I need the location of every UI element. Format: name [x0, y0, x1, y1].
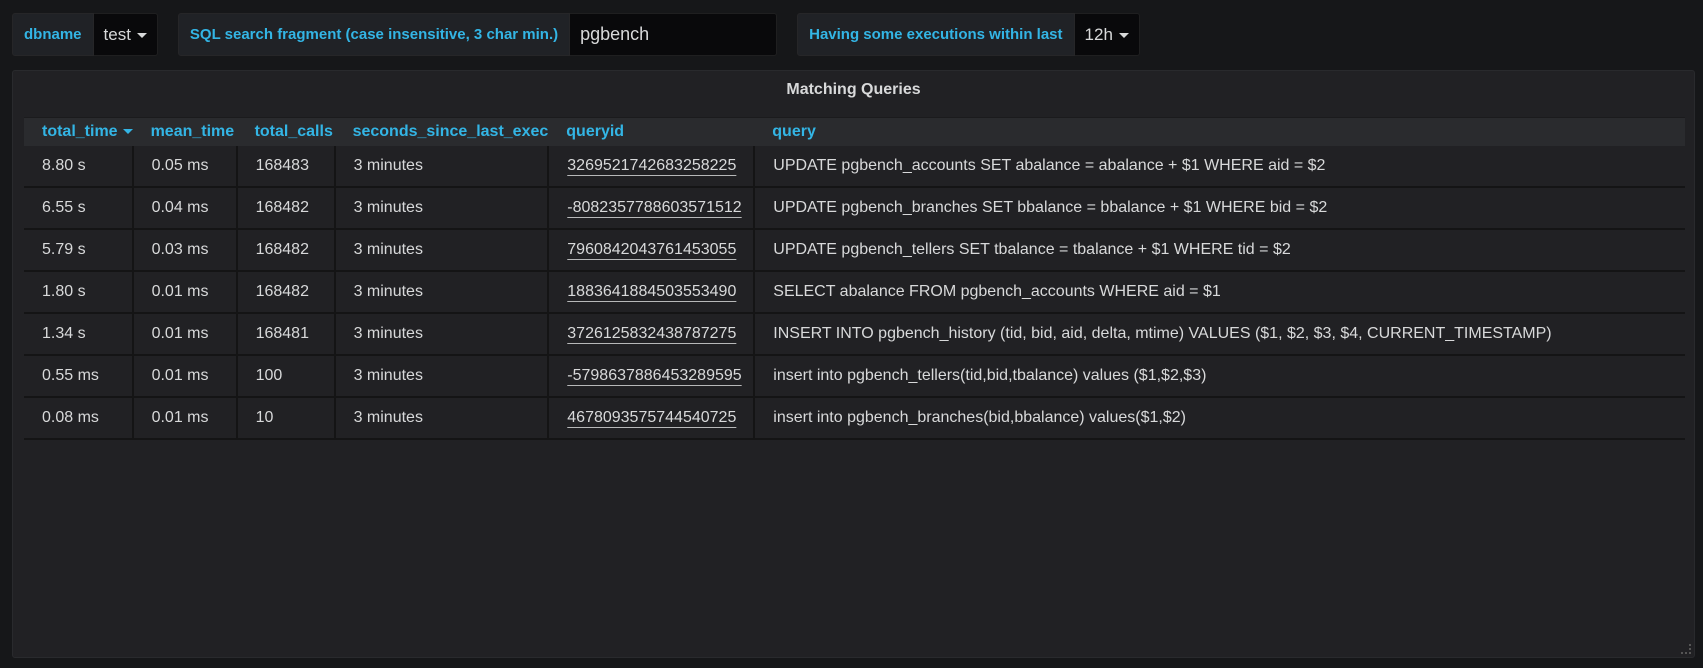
queryid-cell: -5798637886453289595: [548, 355, 756, 398]
total-time-cell: 1.34 s: [24, 313, 134, 356]
dbname-select[interactable]: test: [93, 13, 158, 56]
queryid-link[interactable]: 7960842043761453055: [567, 241, 736, 258]
last-exec-cell: 3 minutes: [334, 229, 550, 272]
total-calls-cell: 168482: [236, 187, 336, 230]
mean-time-cell: 0.01 ms: [132, 313, 238, 356]
mean-time-cell: 0.03 ms: [132, 229, 238, 272]
total-calls-cell: 168482: [236, 229, 336, 272]
table-row: 0.08 ms 0.01 ms 10 3 minutes 46780935757…: [24, 397, 1685, 440]
queryid-cell: -8082357788603571512: [548, 187, 756, 230]
column-header-mean-time[interactable]: mean_time: [132, 117, 237, 146]
total-time-cell: 5.79 s: [24, 229, 134, 272]
table-row: 1.80 s 0.01 ms 168482 3 minutes 18836418…: [24, 271, 1685, 314]
table-header-row: total_time mean_time total_calls seconds…: [24, 117, 1685, 146]
search-label: SQL search fragment (case insensitive, 3…: [177, 13, 571, 56]
total-time-cell: 6.55 s: [24, 187, 134, 230]
last-exec-cell: 3 minutes: [334, 313, 550, 356]
total-calls-cell: 168482: [236, 271, 336, 314]
mean-time-cell: 0.04 ms: [132, 187, 238, 230]
dbname-label: dbname: [12, 13, 94, 56]
sort-desc-icon: [122, 129, 133, 135]
chevron-down-icon: [1118, 32, 1129, 38]
mean-time-cell: 0.05 ms: [132, 146, 238, 188]
window-select[interactable]: 12h: [1074, 13, 1140, 56]
queryid-link[interactable]: 3269521742683258225: [567, 157, 736, 174]
mean-time-cell: 0.01 ms: [132, 271, 238, 314]
last-exec-cell: 3 minutes: [334, 146, 550, 188]
column-header-query[interactable]: query: [754, 117, 1685, 146]
matching-queries-panel: Matching Queries total_time mean_time to…: [12, 70, 1695, 658]
last-exec-cell: 3 minutes: [334, 397, 550, 440]
total-calls-cell: 168481: [236, 313, 336, 356]
total-time-cell: 0.08 ms: [24, 397, 134, 440]
chevron-down-icon: [136, 32, 147, 38]
variables-bar: dbname test SQL search fragment (case in…: [12, 13, 1160, 56]
panel-title[interactable]: Matching Queries: [13, 71, 1694, 109]
total-time-cell: 8.80 s: [24, 146, 134, 188]
column-label: query: [772, 123, 816, 140]
queryid-cell: 1883641884503553490: [548, 271, 756, 314]
queryid-cell: 4678093575744540725: [548, 397, 756, 440]
table-row: 1.34 s 0.01 ms 168481 3 minutes 37261258…: [24, 313, 1685, 356]
window-variable: Having some executions within last 12h: [797, 13, 1140, 56]
query-cell: SELECT abalance FROM pgbench_accounts WH…: [754, 271, 1685, 314]
queryid-link[interactable]: 3726125832438787275: [567, 325, 736, 342]
column-label: total_time: [42, 123, 118, 140]
query-cell: insert into pgbench_branches(bid,bbalanc…: [754, 397, 1685, 440]
panel-resize-handle[interactable]: [1681, 644, 1691, 654]
column-header-total-time[interactable]: total_time: [24, 117, 133, 146]
mean-time-cell: 0.01 ms: [132, 397, 238, 440]
dbname-variable: dbname test: [12, 13, 158, 56]
column-header-seconds-since-last-exec[interactable]: seconds_since_last_exec: [334, 117, 549, 146]
table-row: 5.79 s 0.03 ms 168482 3 minutes 79608420…: [24, 229, 1685, 272]
total-calls-cell: 100: [236, 355, 336, 398]
queryid-link[interactable]: 4678093575744540725: [567, 409, 736, 426]
query-cell: INSERT INTO pgbench_history (tid, bid, a…: [754, 313, 1685, 356]
last-exec-cell: 3 minutes: [334, 355, 550, 398]
last-exec-cell: 3 minutes: [334, 271, 550, 314]
table-row: 8.80 s 0.05 ms 168483 3 minutes 32695217…: [24, 146, 1685, 188]
queryid-link[interactable]: -8082357788603571512: [567, 199, 741, 216]
total-calls-cell: 168483: [236, 146, 336, 188]
table-row: 6.55 s 0.04 ms 168482 3 minutes -8082357…: [24, 187, 1685, 230]
dbname-value: test: [103, 24, 131, 44]
query-cell: UPDATE pgbench_branches SET bbalance = b…: [754, 187, 1685, 230]
column-label: total_calls: [254, 123, 333, 140]
column-label: queryid: [566, 123, 625, 140]
column-header-queryid[interactable]: queryid: [548, 117, 755, 146]
column-label: seconds_since_last_exec: [352, 123, 549, 140]
total-time-cell: 1.80 s: [24, 271, 134, 314]
total-calls-cell: 10: [236, 397, 336, 440]
search-input[interactable]: [570, 13, 778, 56]
query-cell: UPDATE pgbench_tellers SET tbalance = tb…: [754, 229, 1685, 272]
queries-table: total_time mean_time total_calls seconds…: [24, 117, 1685, 440]
queryid-link[interactable]: -5798637886453289595: [567, 367, 741, 384]
last-exec-cell: 3 minutes: [334, 187, 550, 230]
queryid-cell: 3726125832438787275: [548, 313, 756, 356]
queryid-cell: 7960842043761453055: [548, 229, 756, 272]
query-cell: insert into pgbench_tellers(tid,bid,tbal…: [754, 355, 1685, 398]
queryid-cell: 3269521742683258225: [548, 146, 756, 188]
query-cell: UPDATE pgbench_accounts SET abalance = a…: [754, 146, 1685, 188]
search-variable: SQL search fragment (case insensitive, 3…: [177, 13, 778, 56]
window-value: 12h: [1084, 24, 1113, 44]
table-row: 0.55 ms 0.01 ms 100 3 minutes -579863788…: [24, 355, 1685, 398]
column-label: mean_time: [150, 123, 235, 140]
window-label: Having some executions within last: [797, 13, 1075, 56]
queryid-link[interactable]: 1883641884503553490: [567, 283, 736, 300]
total-time-cell: 0.55 ms: [24, 355, 134, 398]
column-header-total-calls[interactable]: total_calls: [236, 117, 335, 146]
mean-time-cell: 0.01 ms: [132, 355, 238, 398]
